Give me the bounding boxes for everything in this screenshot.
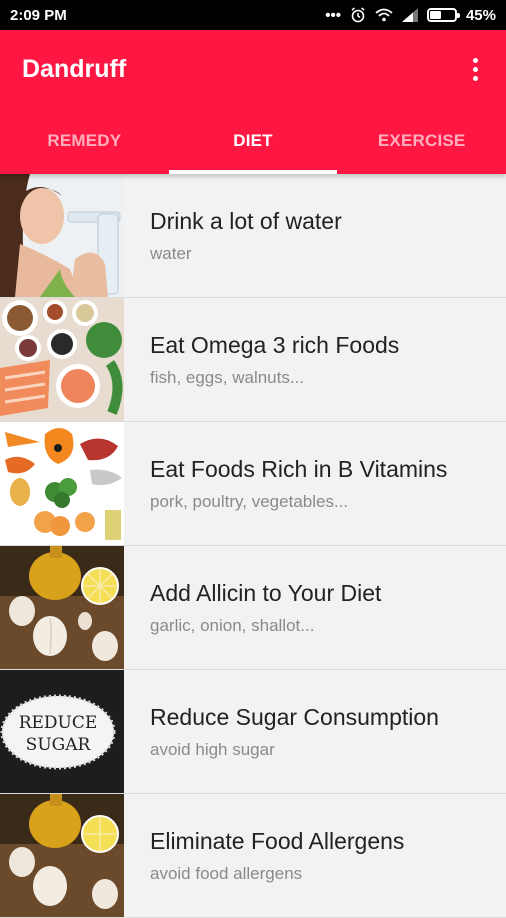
dot [473, 75, 478, 81]
list-item-subtitle: garlic, onion, shallot... [150, 615, 315, 635]
tab-bar: REMEDY DIET EXERCISE [0, 108, 506, 174]
tab-remedy[interactable]: REMEDY [0, 108, 169, 174]
list-item-subtitle: avoid high sugar [150, 739, 275, 759]
list-item[interactable]: REDUCE SUGAR Reduce Sugar Consumption avo… [0, 670, 506, 794]
tab-diet[interactable]: DIET [168, 108, 338, 174]
reduce-sugar-word: REDUCE [19, 713, 98, 733]
status-bar: 2:09 PM ••• 45% [0, 0, 506, 30]
omega-3-foods-image [0, 298, 124, 421]
reduce-sugar-word: SUGAR [26, 735, 92, 755]
garlic-and-oil-image [0, 794, 124, 917]
list-item-subtitle: avoid food allergens [150, 863, 303, 883]
list-item-subtitle: fish, eggs, walnuts... [150, 367, 305, 387]
list-item-text: Add Allicin to Your Diet garlic, onion, … [124, 546, 381, 669]
list-item-title: Eliminate Food Allergens [150, 827, 405, 854]
list-item-title: Reduce Sugar Consumption [150, 703, 439, 730]
more-dots-icon: ••• [325, 6, 341, 24]
battery-percent: 45% [465, 6, 496, 24]
reduce-sugar-image: REDUCE SUGAR [0, 670, 124, 793]
list-item-subtitle: water [150, 243, 192, 263]
tab-exercise[interactable]: EXERCISE [337, 108, 506, 174]
list-item-title: Add Allicin to Your Diet [150, 579, 382, 606]
list-item-subtitle: pork, poultry, vegetables... [150, 491, 349, 511]
app-bar: Dandruff [0, 30, 506, 108]
list-item-text: Reduce Sugar Consumption avoid high suga… [124, 670, 439, 793]
list-item-text: Drink a lot of water water [124, 174, 342, 297]
list-item-title: Eat Omega 3 rich Foods [150, 331, 400, 358]
list-item-text: Eat Foods Rich in B Vitamins pork, poult… [124, 422, 447, 545]
status-icons: ••• 45% [325, 7, 496, 24]
list-item[interactable]: Eat Omega 3 rich Foods fish, eggs, walnu… [0, 298, 506, 422]
wifi-icon [375, 8, 393, 22]
list-item-text: Eliminate Food Allergens avoid food alle… [124, 794, 404, 917]
signal-icon [401, 8, 418, 22]
more-vert-icon[interactable] [467, 54, 484, 85]
app-title: Dandruff [22, 54, 127, 83]
list-item-text: Eat Omega 3 rich Foods fish, eggs, walnu… [124, 298, 399, 421]
garlic-and-oil-image [0, 546, 124, 669]
b-vitamin-foods-image [0, 422, 124, 545]
diet-list: Drink a lot of water water Eat Omega 3 r… [0, 174, 506, 918]
dot [473, 66, 478, 72]
list-item[interactable]: Add Allicin to Your Diet garlic, onion, … [0, 546, 506, 670]
woman-drinking-water-image [0, 174, 124, 297]
list-item[interactable]: Eliminate Food Allergens avoid food alle… [0, 794, 506, 918]
battery-icon [426, 8, 460, 22]
list-item[interactable]: Eat Foods Rich in B Vitamins pork, poult… [0, 422, 506, 546]
alarm-icon [351, 7, 365, 23]
battery-level [429, 11, 441, 19]
list-item-title: Eat Foods Rich in B Vitamins [150, 455, 448, 482]
list-item-title: Drink a lot of water [150, 207, 342, 234]
dot [473, 57, 478, 63]
status-time: 2:09 PM [10, 6, 67, 24]
list-item[interactable]: Drink a lot of water water [0, 174, 506, 298]
